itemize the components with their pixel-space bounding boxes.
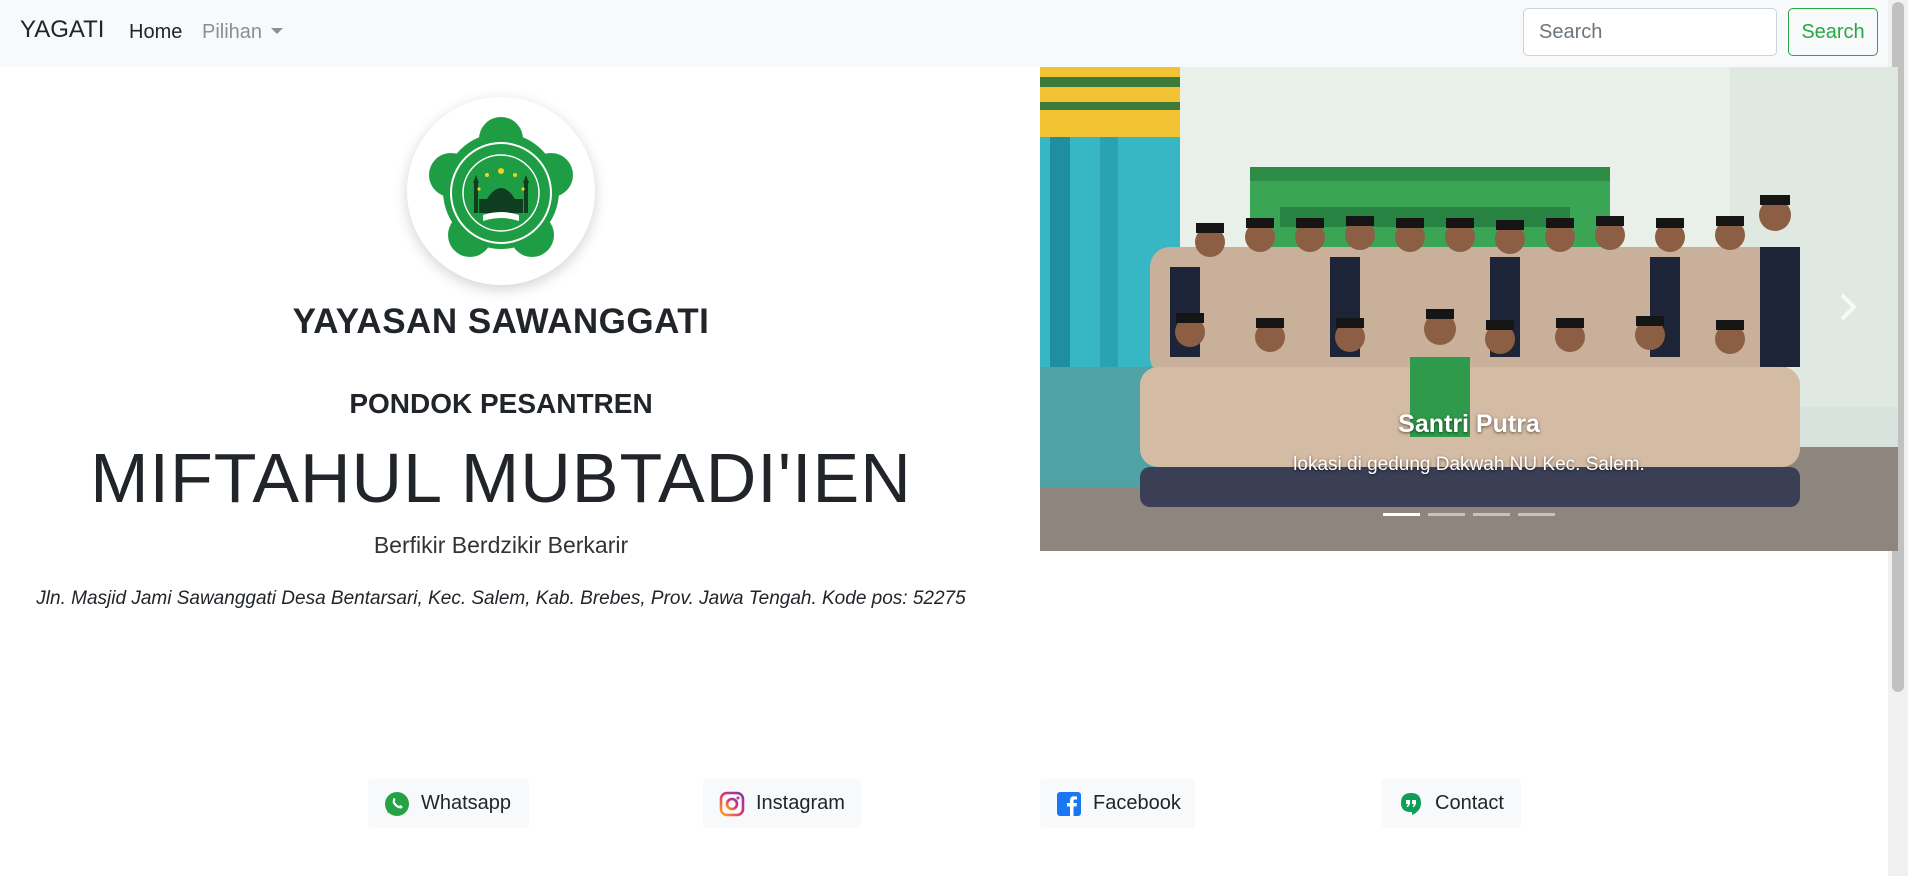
search-input[interactable] — [1523, 8, 1777, 56]
search-button[interactable]: Search — [1788, 8, 1878, 56]
hangouts-icon — [1398, 791, 1424, 817]
whatsapp-label: Whatsapp — [421, 792, 512, 814]
pesantren-title: MIFTAHUL MUBTADI'IEN — [90, 439, 912, 517]
address-text: Jln. Masjid Jami Sawanggati Desa Bentars… — [36, 588, 966, 609]
contact-label: Contact — [1435, 792, 1504, 814]
facebook-label: Facebook — [1093, 792, 1181, 814]
carousel-photo — [1040, 67, 1898, 551]
carousel-indicator-3[interactable] — [1473, 513, 1510, 516]
carousel-indicator-4[interactable] — [1518, 513, 1555, 516]
nav-dropdown-label: Pilihan — [202, 21, 263, 43]
yayasan-logo-icon — [429, 117, 573, 257]
instagram-label: Instagram — [756, 792, 845, 814]
facebook-icon — [1056, 791, 1082, 817]
whatsapp-button[interactable]: Whatsapp — [368, 779, 529, 828]
tagline: Berfikir Berdzikir Berkarir — [373, 532, 629, 558]
carousel-caption-text: lokasi di gedung Dakwah NU Kec. Salem. — [1293, 454, 1645, 475]
carousel-caption-title: Santri Putra — [1398, 410, 1540, 438]
nav-dropdown-pilihan[interactable]: Pilihan — [202, 21, 284, 44]
whatsapp-icon — [384, 791, 410, 817]
carousel-next-button[interactable] — [1820, 267, 1880, 347]
facebook-button[interactable]: Facebook — [1040, 779, 1195, 828]
image-carousel[interactable]: Santri Putra lokasi di gedung Dakwah NU … — [1040, 67, 1898, 551]
pesantren-subtitle: PONDOK PESANTREN — [349, 388, 653, 419]
carousel-indicator-1[interactable] — [1383, 513, 1420, 516]
contact-button[interactable]: Contact — [1382, 779, 1521, 828]
carousel-indicator-2[interactable] — [1428, 513, 1465, 516]
org-name-heading: YAYASAN SAWANGGATI — [292, 302, 710, 341]
nav-home-link[interactable]: Home — [129, 21, 182, 44]
instagram-icon — [719, 791, 745, 817]
navbar: YAGATI Home Pilihan Search — [0, 0, 1888, 67]
caret-down-icon — [271, 28, 284, 34]
carousel-indicators — [1383, 513, 1563, 517]
chevron-right-icon — [1840, 293, 1857, 321]
instagram-button[interactable]: Instagram — [703, 779, 861, 828]
logo-circle — [407, 97, 595, 285]
brand-link[interactable]: YAGATI — [20, 16, 104, 44]
